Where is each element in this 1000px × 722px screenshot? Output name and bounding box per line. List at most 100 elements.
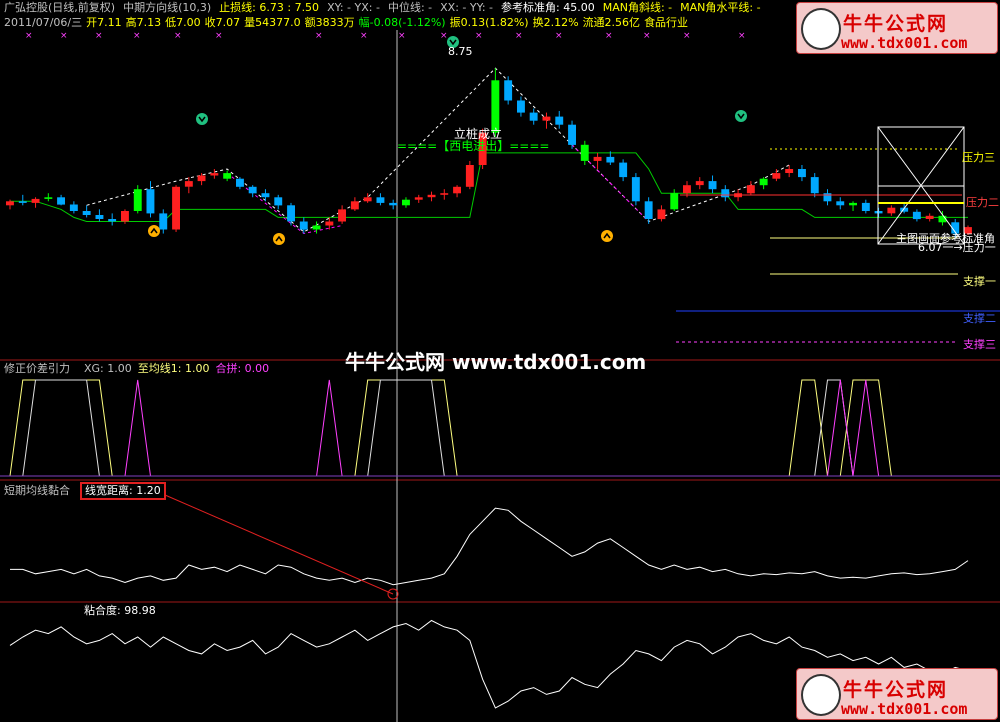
candle-body: [580, 144, 589, 161]
candle-body: [133, 189, 142, 211]
center-watermark: 牛牛公式网 www.tdx001.com: [345, 350, 647, 374]
candle-body: [146, 189, 155, 214]
magenta-dash-line: [226, 172, 343, 235]
candle-body: [874, 211, 883, 214]
candle-body: [69, 204, 78, 211]
watermark-top-url: www.tdx001.com: [841, 34, 968, 52]
header-field-1: 至均线1: 1.00: [137, 362, 210, 375]
sell-marker-icon: [735, 110, 747, 122]
candle-body: [593, 156, 602, 161]
candle-body: [542, 116, 551, 121]
candle-body: [861, 202, 870, 211]
header-field-0: 2011/07/06/三: [4, 16, 83, 29]
top-x-mark: ×: [215, 31, 223, 41]
header-field-0: 广弘控股(日线,前复权): [4, 1, 116, 14]
candle-body: [223, 173, 232, 179]
panel2-ma-line: [9, 379, 968, 477]
watermark-top-title: 牛牛公式网: [843, 13, 949, 35]
candle-body: [695, 181, 704, 186]
candle-body: [517, 100, 525, 113]
candle-body: [568, 124, 576, 145]
header-field-2: 合拼: 0.00: [215, 362, 270, 375]
top-x-mark: ×: [440, 31, 448, 41]
candle-body: [414, 197, 423, 200]
candle-body: [925, 215, 934, 219]
header-field-1: 中期方向线(10,3): [123, 1, 212, 14]
candle-body: [440, 193, 449, 195]
candle-body: [823, 193, 832, 202]
panel4-legend: 粘合度: 98.98: [84, 604, 156, 617]
candle-body: [759, 178, 768, 186]
label-pressure-3: 压力三: [962, 151, 995, 164]
watermark-bottom-url: www.tdx001.com: [841, 700, 968, 718]
candle-body: [785, 169, 794, 173]
candle-body: [95, 215, 104, 219]
candle-body: [31, 198, 40, 203]
candle-body: [721, 189, 730, 198]
candle-body: [708, 181, 717, 190]
top-x-mark: ×: [738, 31, 746, 41]
candle-body: [453, 186, 461, 194]
candle-body: [184, 181, 193, 187]
header-field-10: 流通2.56亿: [582, 16, 641, 29]
top-x-mark: ×: [398, 31, 406, 41]
candle-body: [491, 80, 500, 133]
candle-body: [6, 201, 14, 206]
header-field-1: 开7.11: [86, 16, 122, 29]
candle-body: [746, 185, 755, 194]
candle-body: [261, 193, 270, 198]
panel3-line: [10, 507, 969, 586]
candle-body: [236, 178, 244, 187]
panel3-callout-line: [164, 494, 394, 595]
buy-marker-icon: [273, 233, 285, 245]
candle-body: [44, 197, 53, 199]
header-field-6: 额3833万: [304, 16, 355, 29]
candle-body: [363, 197, 372, 202]
label-support-1: 支撑一: [963, 275, 996, 288]
label-support-3: 支撑三: [963, 338, 996, 351]
header-field-8: MAN角水平线: -: [680, 1, 761, 14]
panel2-hp-line: [10, 379, 968, 477]
candle-body: [798, 169, 806, 178]
candle-body: [504, 80, 513, 101]
price-high-label: 8.75: [448, 45, 473, 58]
candle-body: [18, 201, 27, 203]
candle-body: [465, 165, 474, 187]
candle-body: [644, 201, 653, 219]
candle-body: [159, 213, 168, 230]
candle-body: [402, 199, 410, 206]
candle-body: [606, 156, 615, 163]
buy-marker-icon: [601, 230, 613, 242]
candle-body: [670, 193, 679, 210]
watermark-top: 牛牛公式网 www.tdx001.com: [796, 2, 998, 54]
candle-body: [172, 186, 180, 230]
panel2-xg-line: [10, 379, 968, 477]
watermark-bottom-title: 牛牛公式网: [843, 679, 949, 701]
label-support-2: 支撑二: [963, 312, 996, 325]
cow-logo-icon: [801, 674, 841, 716]
candle-body: [836, 201, 845, 206]
header-field-4: 中位线: -: [387, 1, 433, 14]
header-field-3: 低7.00: [165, 16, 201, 29]
candle-body: [657, 209, 666, 220]
candle-body: [57, 197, 65, 205]
candle-body: [248, 186, 257, 194]
top-x-mark: ×: [643, 31, 651, 41]
candle-body: [389, 202, 398, 206]
panel3-title: 短期均线黏合: [4, 484, 70, 497]
candle-body: [772, 173, 781, 179]
watermark-bottom: 牛牛公式网 www.tdx001.com: [796, 668, 998, 720]
candle-body: [529, 112, 538, 121]
candle-body: [338, 209, 346, 222]
header-field-5: 量54377.0: [244, 16, 301, 29]
header-field-4: 收7.07: [204, 16, 241, 29]
header-field-9: 换2.12%: [532, 16, 579, 29]
candle-body: [555, 116, 564, 125]
label-pressure-1: 6.07一→压力一: [918, 241, 996, 254]
panel3-legend: 线宽距离: 1.20: [80, 482, 166, 500]
candle-body: [376, 197, 385, 203]
sell-marker-icon: [196, 113, 208, 125]
panel2-title: 修正价差引力: [4, 362, 70, 375]
candle-body: [350, 201, 359, 210]
panel3-series: [10, 494, 969, 600]
